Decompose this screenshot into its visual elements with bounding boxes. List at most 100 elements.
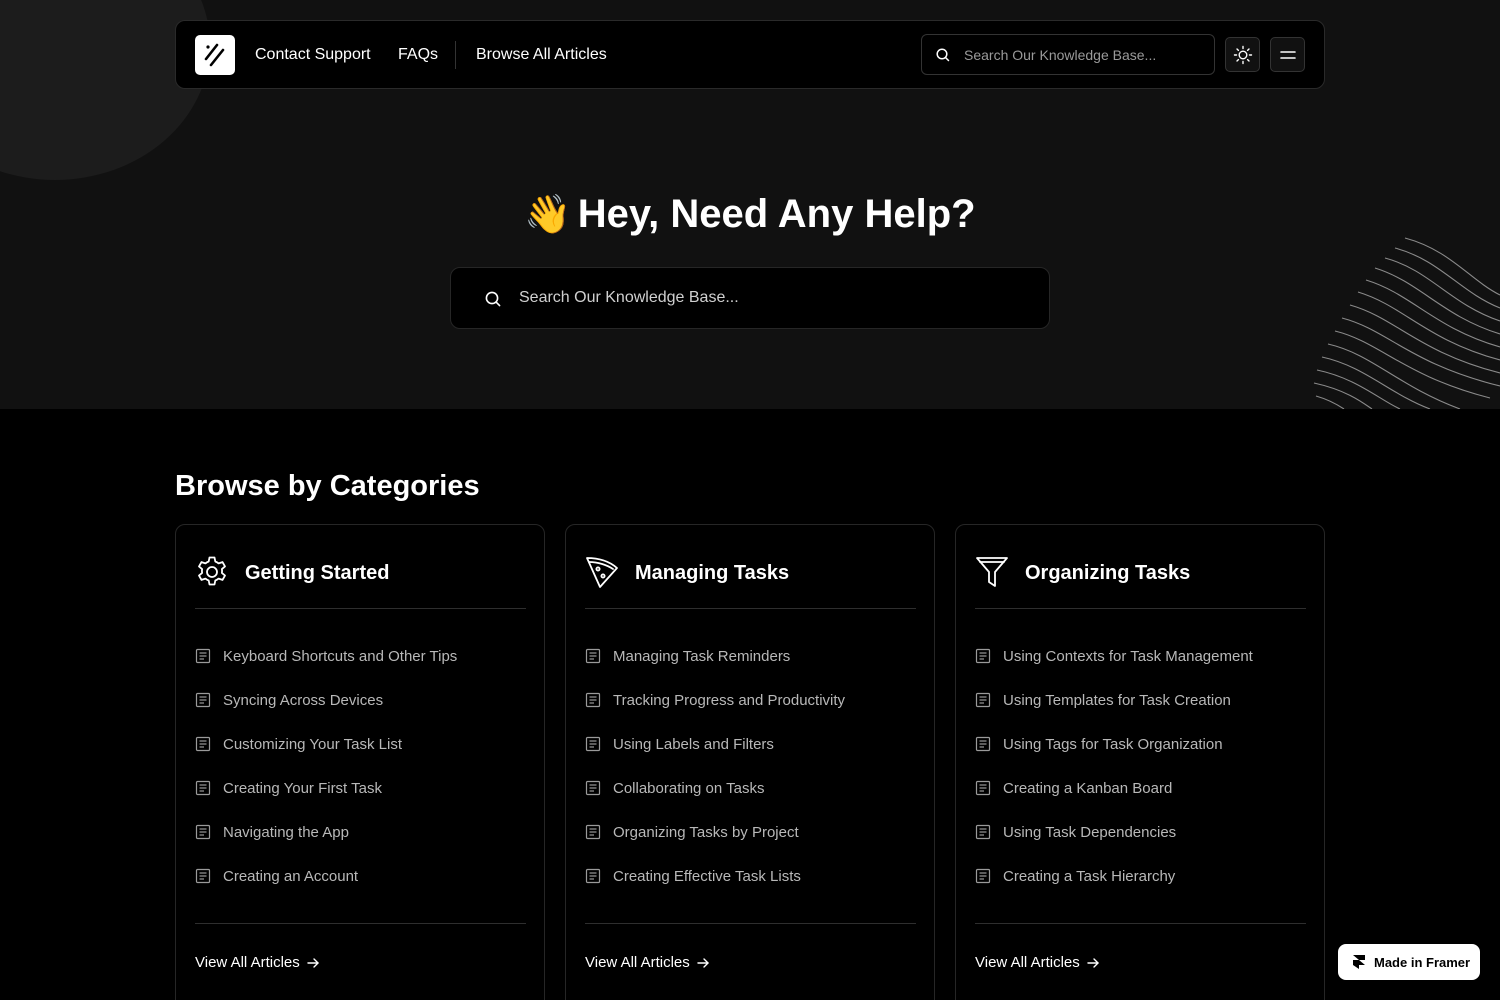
article-link[interactable]: Customizing Your Task List <box>195 733 526 777</box>
article-link[interactable]: Organizing Tasks by Project <box>585 821 916 865</box>
article-link[interactable]: Using Tags for Task Organization <box>975 733 1306 777</box>
document-icon <box>975 868 991 884</box>
badge-label: Made in Framer <box>1374 954 1471 970</box>
article-title: Using Contexts for Task Management <box>1003 648 1253 665</box>
article-title: Tracking Progress and Productivity <box>613 692 846 709</box>
article-link[interactable]: Keyboard Shortcuts and Other Tips <box>195 645 526 689</box>
card-divider <box>585 923 916 924</box>
nav-link-browse-all-articles[interactable]: Browse All Articles <box>476 45 607 65</box>
category-card-organizing-tasks: Organizing Tasks Using Contexts for Task… <box>955 524 1325 1000</box>
document-icon <box>195 692 211 708</box>
pizza-slice-icon <box>586 557 618 588</box>
article-link[interactable]: Navigating the App <box>195 821 526 865</box>
article-title: Using Templates for Task Creation <box>1003 692 1231 709</box>
article-title: Syncing Across Devices <box>223 692 384 709</box>
nav-divider <box>455 41 456 69</box>
article-link[interactable]: Creating Effective Task Lists <box>585 865 916 909</box>
category-title: Organizing Tasks <box>1025 562 1191 584</box>
card-divider <box>975 923 1306 924</box>
article-link[interactable]: Tracking Progress and Productivity <box>585 689 916 733</box>
article-link[interactable]: Collaborating on Tasks <box>585 777 916 821</box>
document-icon <box>585 692 601 708</box>
nav-search-box <box>921 34 1215 75</box>
search-icon <box>485 291 501 307</box>
hero-title: 👋 Hey, Need Any Help? <box>0 188 1500 241</box>
article-list: Managing Task Reminders Tracking Progres… <box>585 645 916 909</box>
view-all-articles-link[interactable]: View All Articles <box>975 953 1100 973</box>
menu-button[interactable] <box>1270 37 1305 72</box>
article-link[interactable]: Creating Your First Task <box>195 777 526 821</box>
document-icon <box>195 824 211 840</box>
document-icon <box>585 780 601 796</box>
arrow-right-icon <box>307 958 319 968</box>
view-all-label: View All Articles <box>975 954 1080 971</box>
article-link[interactable]: Using Task Dependencies <box>975 821 1306 865</box>
article-link[interactable]: Using Contexts for Task Management <box>975 645 1306 689</box>
article-title: Keyboard Shortcuts and Other Tips <box>223 648 458 665</box>
view-all-articles-link[interactable]: View All Articles <box>585 953 710 973</box>
document-icon <box>195 780 211 796</box>
article-title: Creating Your First Task <box>223 780 382 797</box>
category-title: Managing Tasks <box>635 562 790 584</box>
document-icon <box>975 824 991 840</box>
category-card-managing-tasks: Managing Tasks Managing Task Reminders T… <box>565 524 935 1000</box>
category-header: Getting Started <box>195 555 526 609</box>
nav-link-faqs[interactable]: FAQs <box>398 45 438 65</box>
waving-hand-emoji: 👋 <box>524 194 572 236</box>
article-title: Collaborating on Tasks <box>613 780 765 797</box>
article-link[interactable]: Creating a Task Hierarchy <box>975 865 1306 909</box>
article-title: Managing Task Reminders <box>613 648 791 665</box>
document-icon <box>195 648 211 664</box>
search-icon <box>936 48 950 62</box>
nav-link-contact-support[interactable]: Contact Support <box>255 45 371 65</box>
view-all-label: View All Articles <box>585 954 690 971</box>
gear-icon <box>198 556 226 586</box>
arrow-right-icon <box>1087 958 1099 968</box>
article-title: Using Task Dependencies <box>1003 824 1177 841</box>
made-in-framer-badge[interactable]: Made in Framer <box>1338 944 1480 980</box>
category-header: Managing Tasks <box>585 555 916 609</box>
article-title: Creating an Account <box>223 868 359 885</box>
article-link[interactable]: Syncing Across Devices <box>195 689 526 733</box>
article-list: Keyboard Shortcuts and Other Tips Syncin… <box>195 645 526 909</box>
document-icon <box>975 780 991 796</box>
article-title: Using Labels and Filters <box>613 736 774 753</box>
decorative-waves <box>1313 237 1500 409</box>
article-link[interactable]: Creating a Kanban Board <box>975 777 1306 821</box>
hero-search-input[interactable] <box>519 268 1019 328</box>
category-header: Organizing Tasks <box>975 555 1306 609</box>
document-icon <box>975 648 991 664</box>
arrow-right-icon <box>697 958 709 968</box>
menu-icon <box>1279 50 1296 59</box>
article-title: Using Tags for Task Organization <box>1003 736 1223 753</box>
article-link[interactable]: Using Templates for Task Creation <box>975 689 1306 733</box>
article-title: Creating a Kanban Board <box>1003 780 1173 797</box>
category-card-getting-started: Getting Started Keyboard Shortcuts and O… <box>175 524 545 1000</box>
article-title: Organizing Tasks by Project <box>613 824 799 841</box>
article-link[interactable]: Using Labels and Filters <box>585 733 916 777</box>
navbar: Contact Support FAQs Browse All Articles <box>175 20 1325 89</box>
document-icon <box>585 648 601 664</box>
article-title: Navigating the App <box>223 824 349 841</box>
section-title: Browse by Categories <box>175 470 480 502</box>
hero-title-text: Hey, Need Any Help? <box>577 192 976 236</box>
logo-icon[interactable] <box>195 35 235 75</box>
hero-section: Contact Support FAQs Browse All Articles <box>0 0 1500 409</box>
hero-search-box <box>450 267 1050 329</box>
article-list: Using Contexts for Task Management Using… <box>975 645 1306 909</box>
view-all-label: View All Articles <box>195 954 300 971</box>
document-icon <box>585 868 601 884</box>
theme-toggle-button[interactable] <box>1225 37 1260 72</box>
view-all-articles-link[interactable]: View All Articles <box>195 953 320 973</box>
article-title: Creating Effective Task Lists <box>613 868 801 885</box>
document-icon <box>195 736 211 752</box>
document-icon <box>195 868 211 884</box>
nav-search-input[interactable] <box>964 35 1204 74</box>
article-link[interactable]: Creating an Account <box>195 865 526 909</box>
filter-icon <box>976 557 1008 587</box>
sun-icon <box>1233 45 1252 64</box>
category-title: Getting Started <box>245 562 390 584</box>
framer-icon <box>1353 955 1365 969</box>
article-link[interactable]: Managing Task Reminders <box>585 645 916 689</box>
document-icon <box>585 736 601 752</box>
